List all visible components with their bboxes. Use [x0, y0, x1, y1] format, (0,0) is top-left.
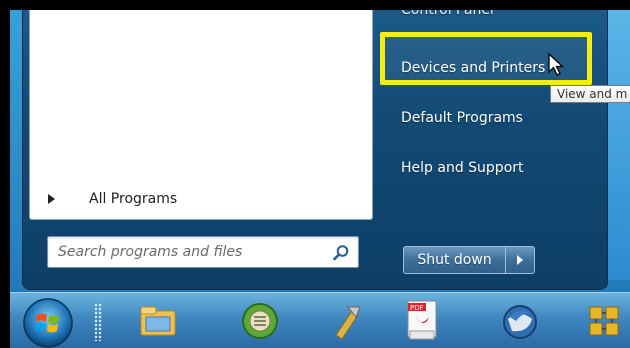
programs-list-panel: All Programs: [29, 10, 373, 220]
svg-text:PDF: PDF: [410, 304, 424, 312]
help-and-support-item[interactable]: Help and Support: [401, 153, 524, 183]
network-button[interactable]: [578, 297, 630, 345]
control-panel-item[interactable]: Control Panel: [401, 10, 494, 25]
default-programs-item[interactable]: Default Programs: [401, 103, 523, 133]
all-programs-button[interactable]: All Programs: [42, 186, 362, 212]
shutdown-button-group: Shut down: [403, 246, 535, 274]
media-player-button[interactable]: [234, 297, 286, 345]
start-menu-left-pane: All Programs: [29, 10, 373, 280]
pdf-document-button[interactable]: PDF: [396, 297, 448, 345]
tools-icon: [335, 306, 361, 340]
search-box[interactable]: [47, 236, 359, 268]
windows-orb-icon[interactable]: [22, 297, 74, 348]
taskbar: PDF: [10, 292, 630, 348]
all-programs-label: All Programs: [89, 191, 178, 207]
thunderbird-icon: [503, 305, 537, 339]
file-explorer-icon: [140, 306, 176, 336]
tooltip: View and m: [550, 85, 630, 103]
taskbar-gripper[interactable]: [94, 303, 102, 341]
tools-button[interactable]: [320, 297, 372, 345]
file-explorer-button[interactable]: [132, 297, 184, 345]
pdf-document-icon: PDF: [407, 300, 437, 340]
triangle-right-icon: [48, 194, 55, 204]
search-icon[interactable]: [332, 244, 350, 262]
network-icon: [589, 306, 619, 336]
chevron-right-icon: [517, 255, 523, 265]
media-player-icon: [242, 303, 278, 339]
thunderbird-button[interactable]: [494, 297, 546, 345]
shutdown-options-button[interactable]: [505, 246, 535, 274]
search-input[interactable]: [58, 244, 328, 260]
shutdown-button[interactable]: Shut down: [403, 246, 505, 274]
mouse-cursor-icon: [548, 52, 565, 76]
